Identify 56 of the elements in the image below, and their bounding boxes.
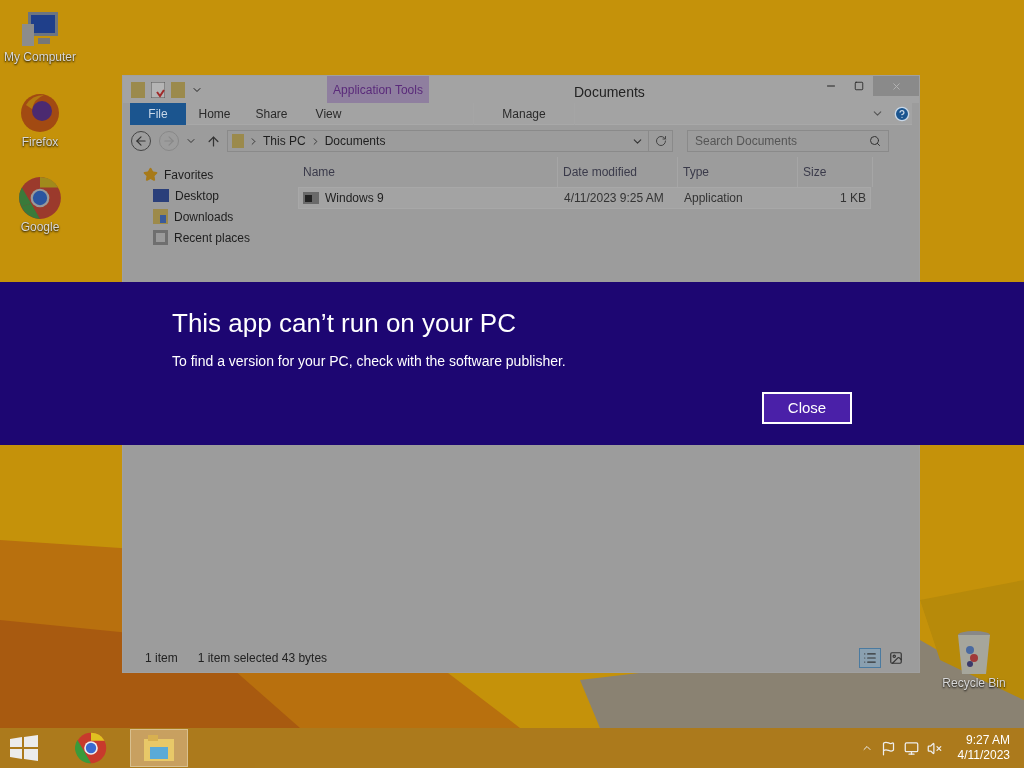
- application-icon: [303, 192, 319, 204]
- close-dialog-button[interactable]: Close: [762, 392, 852, 424]
- file-row[interactable]: Windows 9 4/11/2023 9:25 AM Application 1 KB: [298, 187, 871, 209]
- folder-icon: [232, 134, 244, 148]
- flag-icon[interactable]: [880, 740, 896, 756]
- dialog-message: To find a version for your PC, check with the software publisher.: [172, 352, 567, 371]
- ribbon-tab[interactable]: Home: [186, 102, 243, 125]
- chrome-icon: [18, 176, 62, 220]
- file-tab[interactable]: File: [130, 102, 186, 125]
- column-header[interactable]: Date modified: [563, 163, 638, 181]
- file-type: Application: [683, 190, 744, 207]
- clock-date[interactable]: 4/11/2023: [957, 748, 1010, 763]
- status-text: 1 item: [145, 650, 178, 667]
- window-title: Documents: [574, 83, 645, 102]
- navigation-item[interactable]: Desktop: [175, 186, 220, 205]
- ribbon-tab[interactable]: View: [300, 102, 357, 125]
- up-button[interactable]: [206, 133, 221, 149]
- monitor-icon: [153, 189, 169, 202]
- chrome-icon: [75, 732, 107, 764]
- file-size: 1 KB: [839, 190, 867, 207]
- image-icon: [889, 651, 903, 665]
- clock-time[interactable]: 9:27 AM: [965, 733, 1010, 748]
- search-icon: [869, 135, 881, 147]
- column-header[interactable]: Name: [303, 163, 335, 181]
- navigation-item[interactable]: Favorites: [164, 165, 214, 184]
- recycle-bin-icon: [956, 630, 992, 676]
- status-text: 1 item selected 43 bytes: [197, 650, 328, 667]
- details-view-icon: [863, 651, 877, 665]
- close-icon: [890, 80, 902, 92]
- refresh-button[interactable]: [649, 130, 673, 152]
- refresh-icon: [654, 135, 667, 147]
- breadcrumb[interactable]: This PC: [263, 132, 306, 150]
- folder-icon: [144, 735, 174, 761]
- muted-speaker-icon[interactable]: [926, 740, 942, 756]
- column-header[interactable]: Type: [683, 163, 709, 181]
- recent-places-icon: [153, 230, 168, 245]
- navigation-item[interactable]: Downloads: [174, 207, 234, 226]
- date-modified: 4/11/2023 9:25 AM: [563, 190, 665, 207]
- navigation-item[interactable]: Recent places: [174, 228, 251, 247]
- search-placeholder: Search Documents: [695, 133, 798, 150]
- contextual-group-label: Application Tools: [333, 81, 423, 99]
- start-button[interactable]: [10, 735, 38, 761]
- address-bar[interactable]: This PC Documents: [227, 130, 649, 152]
- details-view-button[interactable]: [859, 648, 881, 668]
- maximize-icon: [854, 81, 864, 91]
- network-icon[interactable]: [903, 740, 919, 756]
- firefox-icon: [18, 91, 62, 135]
- document-icon[interactable]: [151, 82, 165, 98]
- file-name: Windows 9: [325, 190, 384, 207]
- help-icon[interactable]: [894, 105, 910, 122]
- dialog-title: This app can’t run on your PC: [172, 307, 517, 340]
- ribbon-tab[interactable]: Share: [243, 102, 300, 125]
- column-header[interactable]: Size: [803, 163, 827, 181]
- star-icon: [143, 167, 158, 182]
- breadcrumb[interactable]: Documents: [324, 132, 386, 150]
- folder-icon: [153, 209, 168, 224]
